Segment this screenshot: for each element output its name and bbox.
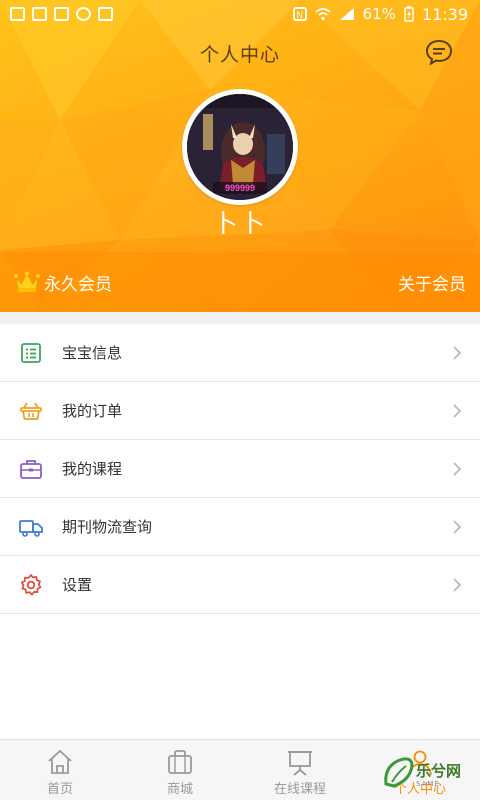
battery-percent: 61% [362,5,396,23]
membership-status: 永久会员 [14,270,112,295]
menu-item-my-orders[interactable]: 我的订单 [0,382,480,440]
tab-mall[interactable]: 商城 [120,740,240,800]
app-s-icon [98,7,113,21]
wifi-icon [315,8,331,21]
profile-header: N 61% 11:39 个人中心 999999 卜卜 永久会员 关于会员 [0,0,480,312]
file-icon [54,7,69,21]
tab-label: 在线课程 [273,782,326,797]
chevron-right-icon [453,404,462,418]
shopping-bag-icon [168,750,192,774]
membership-bar: 永久会员 关于会员 [0,252,480,312]
watermark-subtext: SAME [416,780,440,788]
tab-label: 首页 [46,782,73,797]
watermark-logo: 乐兮网 SAME [382,744,470,796]
nfc-icon: N [292,7,307,21]
tab-online-courses[interactable]: 在线课程 [240,740,360,800]
clock: 11:39 [421,4,468,24]
chevron-right-icon [453,520,462,534]
avatar-caption: 999999 [225,183,255,193]
briefcase-icon [20,460,42,479]
tab-home[interactable]: 首页 [0,740,120,800]
sync-icon [76,7,91,21]
home-icon [48,749,72,774]
system-indicators: N 61% 11:39 [292,4,468,24]
presentation-board-icon [288,751,312,776]
about-membership-link[interactable]: 关于会员 [398,270,466,295]
page-title: 个人中心 [199,44,280,66]
menu-list: 宝宝信息 我的订单 我的课程 期刊物流查询 设置 [0,324,480,614]
svg-text:N: N [296,10,303,20]
chevron-right-icon [453,346,462,360]
tab-label: 商城 [166,782,193,797]
status-bar: N 61% 11:39 [0,0,480,28]
list-icon [21,343,41,363]
menu-item-my-courses[interactable]: 我的课程 [0,440,480,498]
menu-item-settings[interactable]: 设置 [0,556,480,614]
notification-icon [10,7,25,21]
menu-item-baby-info[interactable]: 宝宝信息 [0,324,480,382]
username: 卜卜 [212,209,267,238]
menu-item-label: 我的课程 [62,460,123,478]
avatar-image: 999999 [187,94,293,200]
watermark-text: 乐兮网 [416,762,462,780]
menu-item-label: 设置 [62,576,93,594]
signal-icon [339,8,354,20]
gallery-icon [32,7,47,21]
avatar[interactable]: 999999 [182,89,298,205]
menu-item-label: 我的订单 [62,402,123,420]
chevron-right-icon [453,578,462,592]
leaf-logo-icon [384,757,414,788]
basket-icon [20,402,42,420]
gear-icon [20,574,42,596]
battery-icon [404,6,414,22]
crown-icon [14,271,40,292]
section-divider [0,312,480,324]
truck-icon [19,520,43,537]
menu-item-label: 期刊物流查询 [62,518,153,536]
title-bar: 个人中心 [0,38,480,68]
menu-item-logistics-tracking[interactable]: 期刊物流查询 [0,498,480,556]
avatar-artwork: 999999 [187,94,293,200]
chevron-right-icon [453,462,462,476]
membership-level: 永久会员 [44,274,112,295]
message-icon[interactable] [424,38,454,66]
notification-icons [10,7,113,21]
menu-item-label: 宝宝信息 [62,344,123,362]
